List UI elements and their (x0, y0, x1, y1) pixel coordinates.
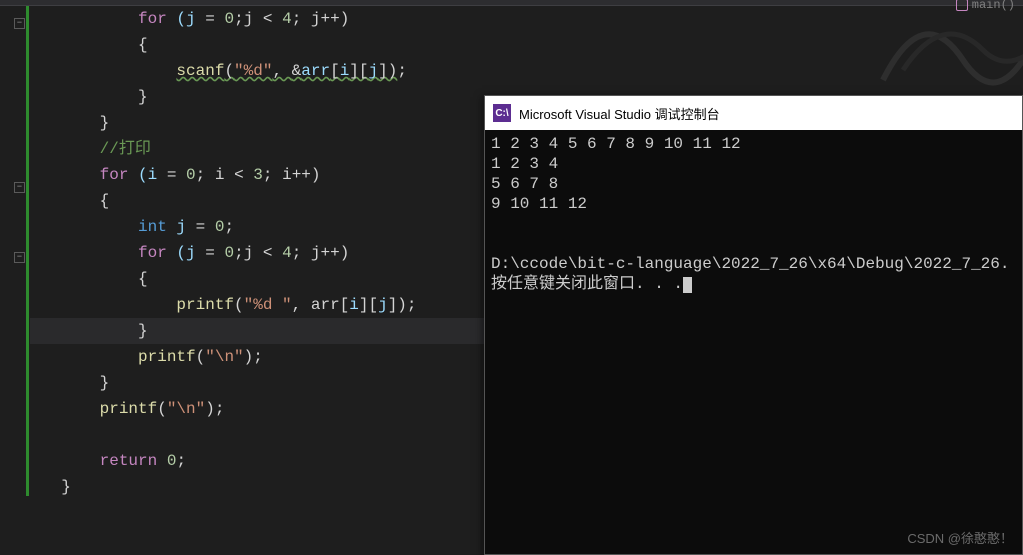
console-line (491, 214, 1016, 234)
console-line: 9 10 11 12 (491, 194, 1016, 214)
change-indicator (26, 6, 29, 496)
console-line: D:\ccode\bit-c-language\2022_7_26\x64\De… (491, 254, 1016, 274)
console-line (491, 234, 1016, 254)
console-title-text: Microsoft Visual Studio 调试控制台 (519, 104, 720, 123)
console-line: 1 2 3 4 5 6 7 8 9 10 11 12 (491, 134, 1016, 154)
code-line[interactable]: { (30, 32, 1023, 58)
console-output[interactable]: 1 2 3 4 5 6 7 8 9 10 11 121 2 3 45 6 7 8… (485, 130, 1022, 298)
console-line: 按任意键关闭此窗口. . . (491, 274, 1016, 294)
debug-console-window[interactable]: C:\ Microsoft Visual Studio 调试控制台 1 2 3 … (484, 95, 1023, 555)
cursor (683, 277, 692, 293)
watermark: CSDN @徐憨憨！ (907, 528, 1013, 547)
console-line: 5 6 7 8 (491, 174, 1016, 194)
fold-toggle[interactable]: − (14, 182, 25, 193)
fold-toggle[interactable]: − (14, 252, 25, 263)
fold-toggle[interactable]: − (14, 18, 25, 29)
console-line: 1 2 3 4 (491, 154, 1016, 174)
console-icon: C:\ (493, 104, 511, 122)
code-line[interactable]: scanf("%d", &arr[i][j]); (30, 58, 1023, 84)
code-line[interactable]: for (j = 0;j < 4; j++) (30, 6, 1023, 32)
console-titlebar[interactable]: C:\ Microsoft Visual Studio 调试控制台 (485, 96, 1022, 130)
